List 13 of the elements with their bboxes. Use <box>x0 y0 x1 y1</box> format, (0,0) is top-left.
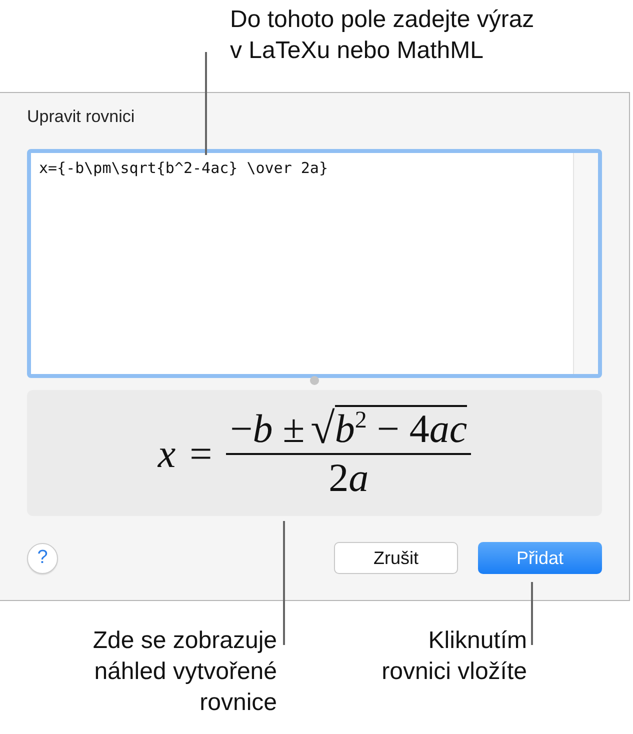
formula-numerator: −b ±√b$^{2}$ − 4ac <box>226 405 472 455</box>
equals-sign: = <box>190 430 212 476</box>
leader-line <box>531 582 533 645</box>
callout-text: Zde se zobrazuje náhled vytvořené rovnice <box>92 626 277 718</box>
dialog-title: Upravit rovnici <box>27 107 136 128</box>
help-button[interactable]: ? <box>27 542 58 574</box>
cancel-button[interactable]: Zrušit <box>334 542 458 574</box>
formula-denominator: 2a <box>328 455 369 501</box>
equation-input-field[interactable]: x={-b\pm\sqrt{b^2-4ac} \over 2a} <box>27 149 602 378</box>
formula-variable: x <box>158 430 176 476</box>
callout-text: Do tohoto pole zadejte výraz v LaTeXu nebo MathML <box>230 5 536 66</box>
callout-text: Kliknutím rovnici vložíte <box>380 626 527 687</box>
resize-handle[interactable] <box>310 376 319 385</box>
